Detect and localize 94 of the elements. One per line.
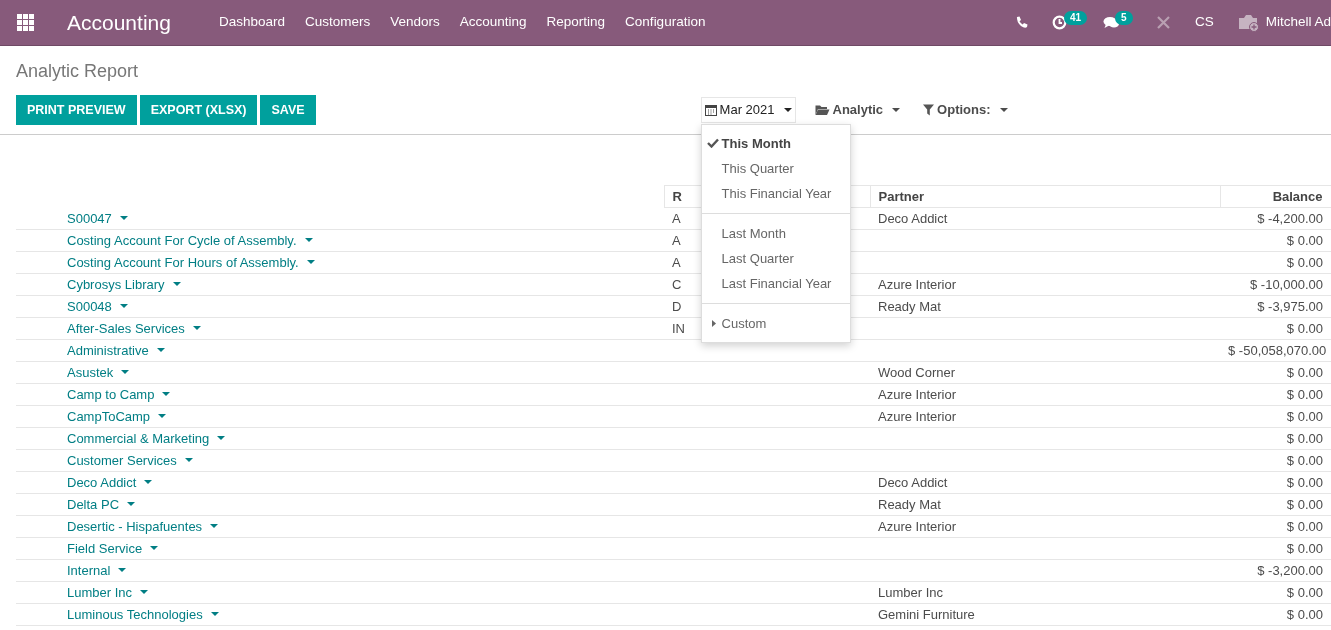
filter-dropdown[interactable]: Analytic <box>810 97 905 123</box>
account-link[interactable]: Deco Addict <box>67 474 153 490</box>
account-link[interactable]: Cybrosys Library <box>67 276 181 292</box>
account-link[interactable]: After-Sales Services <box>67 320 201 336</box>
account-link[interactable]: Lumber Inc <box>67 584 149 600</box>
clock-icon <box>1051 15 1067 30</box>
partner-text: Lumber Inc <box>878 584 944 600</box>
menu-option[interactable]: Last Month <box>701 221 850 247</box>
partner-text: Deco Addict <box>878 210 948 226</box>
partner-text: Ready Mat <box>878 298 941 314</box>
menu-item[interactable]: Reporting <box>536 12 616 33</box>
toolbar-button[interactable]: EXPORT (XLSX) <box>139 95 258 125</box>
balance-text: $ 0.00 <box>1286 540 1323 556</box>
activity-button[interactable]: 41 <box>1039 0 1091 46</box>
camera-icon <box>1237 13 1260 32</box>
account-link[interactable]: Costing Account For Hours of Assembly. <box>67 254 315 270</box>
reference-text: IN <box>672 320 685 336</box>
account-link[interactable]: Customer Services <box>67 452 193 468</box>
account-link[interactable]: Delta PC <box>67 496 136 512</box>
reference-text: A <box>672 232 681 248</box>
app-title: Accounting <box>67 9 171 36</box>
menu-item[interactable]: Vendors <box>380 12 450 33</box>
balance-text: $ 0.00 <box>1286 254 1323 270</box>
balance-text: $ 0.00 <box>1286 584 1323 600</box>
toolbar-button[interactable]: SAVE <box>260 95 316 125</box>
balance-text: $ -4,200.00 <box>1257 210 1323 226</box>
balance-text: $ -50,058,070.00 <box>1228 342 1327 358</box>
menu-item[interactable]: Accounting <box>449 12 537 33</box>
caret-icon <box>711 320 716 328</box>
column-header: Partner <box>870 185 1220 208</box>
menu-option[interactable]: This Quarter <box>701 156 850 182</box>
account-link[interactable]: Camp to Camp <box>67 386 171 402</box>
menu-option[interactable]: Last Financial Year <box>701 271 850 297</box>
reference-text: D <box>672 298 682 314</box>
account-link[interactable]: Administrative <box>67 342 165 358</box>
filter-icon <box>923 104 935 116</box>
account-link[interactable]: Costing Account For Cycle of Assembly. <box>67 232 313 248</box>
grid-icon <box>16 14 34 31</box>
toolbar-button[interactable]: PRINT PREVIEW <box>16 95 137 125</box>
balance-text: $ 0.00 <box>1286 232 1323 248</box>
count-badge: 41 <box>1063 10 1088 25</box>
chat-icon <box>1102 15 1120 30</box>
menu-option[interactable]: Last Quarter <box>701 246 850 272</box>
menu-option[interactable]: This Financial Year <box>701 181 850 207</box>
balance-text: $ 0.00 <box>1286 364 1323 380</box>
account-link[interactable]: S00047 <box>67 210 128 226</box>
balance-text: $ -3,200.00 <box>1257 562 1323 578</box>
balance-text: $ 0.00 <box>1286 452 1323 468</box>
chat-button[interactable]: 5 <box>1090 0 1144 46</box>
check-icon <box>706 138 719 149</box>
balance-text: $ 0.00 <box>1286 430 1323 446</box>
account-link[interactable]: Desertic - Hispafuentes <box>67 518 219 534</box>
menu-item[interactable]: Dashboard <box>208 12 295 33</box>
reference-text: A <box>672 210 681 226</box>
account-link[interactable]: Asustek <box>67 364 130 380</box>
account-link[interactable]: Luminous Technologies <box>67 606 219 622</box>
partner-text: Azure Interior <box>878 518 957 534</box>
menu-option[interactable]: Custom <box>701 311 850 337</box>
account-link[interactable]: S00048 <box>67 298 128 314</box>
menu-item[interactable]: Customers <box>294 12 381 33</box>
balance-text: $ -10,000.00 <box>1250 276 1323 292</box>
page-title: Analytic Report <box>16 60 140 83</box>
count-badge: 5 <box>1114 10 1133 25</box>
company-switcher[interactable]: CS <box>1182 0 1226 46</box>
user-menu[interactable]: Mitchell Ad <box>1225 0 1331 46</box>
menu-option[interactable]: This Month <box>701 131 850 157</box>
menu-item[interactable]: Configuration <box>615 12 716 33</box>
account-link[interactable]: Internal <box>67 562 127 578</box>
balance-text: $ 0.00 <box>1286 320 1323 336</box>
account-link[interactable]: Field Service <box>67 540 159 556</box>
folder-icon <box>814 104 830 116</box>
balance-text: $ -3,975.00 <box>1257 298 1323 314</box>
reference-text: C <box>672 276 682 292</box>
balance-text: $ 0.00 <box>1286 496 1323 512</box>
filter-dropdown[interactable]: Options: <box>919 97 1012 123</box>
calendar-icon <box>704 104 717 116</box>
balance-text: $ 0.00 <box>1286 606 1323 622</box>
balance-text: $ 0.00 <box>1286 408 1323 424</box>
account-link[interactable]: CampToCamp <box>67 408 167 424</box>
reference-text: A <box>672 254 681 270</box>
partner-text: Azure Interior <box>878 276 957 292</box>
balance-text: $ 0.00 <box>1286 518 1323 534</box>
balance-text: $ 0.00 <box>1286 474 1323 490</box>
partner-text: Deco Addict <box>878 474 948 490</box>
partner-text: Wood Corner <box>878 364 956 380</box>
column-header: Balance <box>1220 185 1331 208</box>
balance-text: $ 0.00 <box>1286 386 1323 402</box>
partner-text: Azure Interior <box>878 408 957 424</box>
partner-text: Gemini Furniture <box>878 606 975 622</box>
phone-icon <box>1014 16 1028 29</box>
account-link[interactable]: Commercial & Marketing <box>67 430 226 446</box>
filter-dropdown[interactable]: Mar 2021 <box>700 97 796 123</box>
partner-text: Ready Mat <box>878 496 941 512</box>
partner-text: Azure Interior <box>878 386 957 402</box>
